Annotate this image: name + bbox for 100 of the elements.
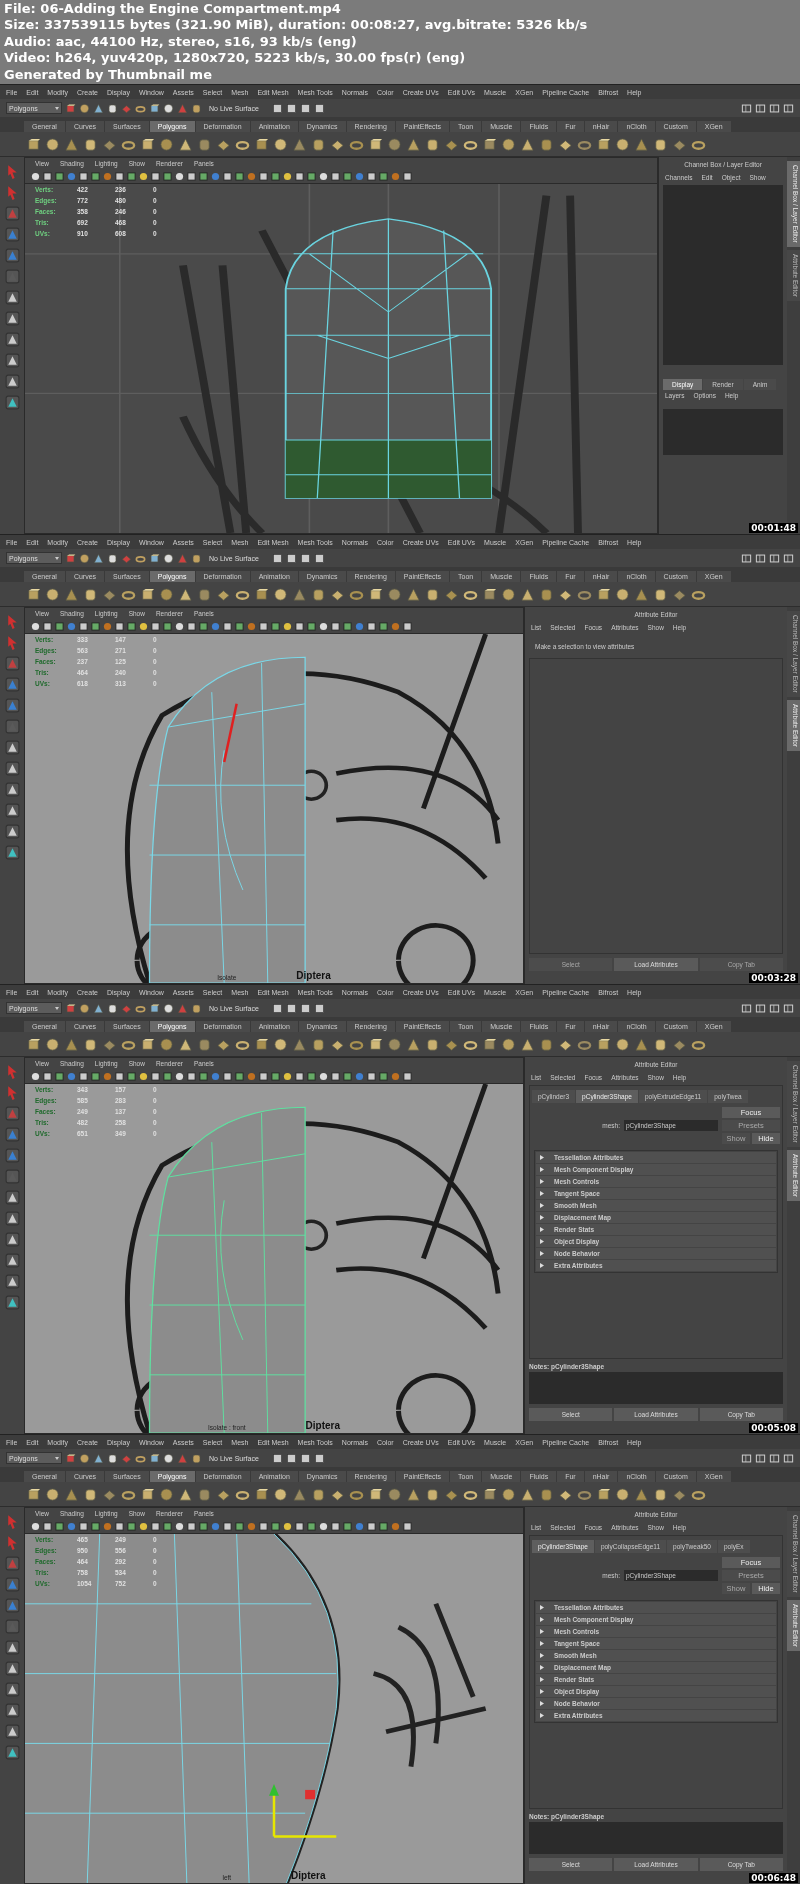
shelf-tool-icon[interactable] xyxy=(64,1036,79,1052)
shelf-tool-icon[interactable] xyxy=(406,1036,421,1052)
toolbar-tool-icon[interactable] xyxy=(107,552,118,564)
shelf-tool-icon[interactable] xyxy=(311,136,326,152)
shelf-tool-icon[interactable] xyxy=(425,1036,440,1052)
tool-icon[interactable] xyxy=(3,823,21,840)
tool-icon[interactable] xyxy=(3,739,21,756)
toolbar-tool-icon[interactable] xyxy=(285,102,297,114)
tool-icon[interactable] xyxy=(3,310,21,327)
shelf-tool-icon[interactable] xyxy=(482,136,497,152)
shelf-tool-icon[interactable] xyxy=(64,1486,79,1502)
shelf-tool-icon[interactable] xyxy=(197,1036,212,1052)
toolbar-tool-icon[interactable] xyxy=(299,552,311,564)
shelf-tool-icon[interactable] xyxy=(197,586,212,602)
shelf-tool-icon[interactable] xyxy=(254,1486,269,1502)
shelf-tool-icon[interactable] xyxy=(539,1036,554,1052)
shelf-tool-icon[interactable] xyxy=(26,1486,41,1502)
toolbar-tool-icon[interactable] xyxy=(313,1452,325,1464)
shelf-tool-icon[interactable] xyxy=(83,586,98,602)
shelf-tool-icon[interactable] xyxy=(83,1486,98,1502)
shelf-tool-icon[interactable] xyxy=(197,1486,212,1502)
tool-icon[interactable] xyxy=(3,1639,21,1656)
shelf-tool-icon[interactable] xyxy=(64,586,79,602)
shelf-tool-icon[interactable] xyxy=(26,586,41,602)
tool-icon[interactable] xyxy=(3,1681,21,1698)
shelf-tool-icon[interactable] xyxy=(197,136,212,152)
shelf-tool-icon[interactable] xyxy=(520,586,535,602)
shelf-tool-icon[interactable] xyxy=(539,136,554,152)
tool-icon[interactable] xyxy=(3,760,21,777)
shelf-tool-icon[interactable] xyxy=(596,1036,611,1052)
shelf-tool-icon[interactable] xyxy=(482,1486,497,1502)
shelf-tool-icon[interactable] xyxy=(653,1036,668,1052)
shelf-tool-icon[interactable] xyxy=(159,1486,174,1502)
shelf-tool-icon[interactable] xyxy=(273,1036,288,1052)
toolbar-tool-icon[interactable] xyxy=(285,552,297,564)
shelf-tool-icon[interactable] xyxy=(482,1036,497,1052)
toolbar-tool-icon[interactable] xyxy=(93,1002,104,1014)
shelf-tool-icon[interactable] xyxy=(45,136,60,152)
shelf-tool-icon[interactable] xyxy=(520,1486,535,1502)
shelf-tool-icon[interactable] xyxy=(254,1036,269,1052)
toolbar-tool-icon[interactable] xyxy=(149,552,160,564)
move-gizmo-icon[interactable] xyxy=(269,1784,338,1838)
shelf-tool-icon[interactable] xyxy=(520,136,535,152)
toolbar-tool-icon[interactable] xyxy=(271,1002,283,1014)
shelf-tool-icon[interactable] xyxy=(615,136,630,152)
toolbar-tool-icon[interactable] xyxy=(65,552,76,564)
shelf-tool-icon[interactable] xyxy=(406,586,421,602)
shelf-tool-icon[interactable] xyxy=(501,586,516,602)
layout-icon[interactable] xyxy=(769,102,780,114)
toolbar-tool-icon[interactable] xyxy=(65,102,76,114)
shelf-tool-icon[interactable] xyxy=(140,1036,155,1052)
shelf-tool-icon[interactable] xyxy=(292,1036,307,1052)
shelf-tool-icon[interactable] xyxy=(387,1036,402,1052)
toolbar-tool-icon[interactable] xyxy=(191,102,202,114)
layout-icon[interactable] xyxy=(741,1452,752,1464)
tool-icon[interactable] xyxy=(3,1723,21,1740)
toolbar-tool-icon[interactable] xyxy=(163,1452,174,1464)
shelf-tool-icon[interactable] xyxy=(254,136,269,152)
tool-icon[interactable] xyxy=(3,844,21,861)
shelf-tool-icon[interactable] xyxy=(159,136,174,152)
toolbar-tool-icon[interactable] xyxy=(271,552,283,564)
shelf-tool-icon[interactable] xyxy=(140,136,155,152)
shelf-tool-icon[interactable] xyxy=(425,136,440,152)
layout-icon[interactable] xyxy=(755,552,766,564)
toolbar-tool-icon[interactable] xyxy=(149,1002,160,1014)
shelf-tool-icon[interactable] xyxy=(254,586,269,602)
shelf-tool-icon[interactable] xyxy=(178,1486,193,1502)
shelf-tool-icon[interactable] xyxy=(368,586,383,602)
tool-icon[interactable] xyxy=(3,1210,21,1227)
toolbar-tool-icon[interactable] xyxy=(299,102,311,114)
toolbar-tool-icon[interactable] xyxy=(65,1452,76,1464)
tool-icon[interactable] xyxy=(3,1231,21,1248)
shelf-tool-icon[interactable] xyxy=(311,1036,326,1052)
shelf-tool-icon[interactable] xyxy=(178,136,193,152)
toolbar-tool-icon[interactable] xyxy=(93,102,104,114)
layout-icon[interactable] xyxy=(741,102,752,114)
toolbar-tool-icon[interactable] xyxy=(191,552,202,564)
shelf-tool-icon[interactable] xyxy=(482,586,497,602)
shelf-tool-icon[interactable] xyxy=(368,1486,383,1502)
toolbar-tool-icon[interactable] xyxy=(191,1452,202,1464)
toolbar-tool-icon[interactable] xyxy=(285,1452,297,1464)
toolbar-tool-icon[interactable] xyxy=(107,1002,118,1014)
shelf-tool-icon[interactable] xyxy=(64,136,79,152)
shelf-tool-icon[interactable] xyxy=(596,1486,611,1502)
shelf-tool-icon[interactable] xyxy=(653,586,668,602)
toolbar-tool-icon[interactable] xyxy=(149,1452,160,1464)
toolbar-tool-icon[interactable] xyxy=(313,102,325,114)
shelf-tool-icon[interactable] xyxy=(140,1486,155,1502)
tool-icon[interactable] xyxy=(3,1189,21,1206)
tool-icon[interactable] xyxy=(3,781,21,798)
shelf-tool-icon[interactable] xyxy=(45,586,60,602)
shelf-tool-icon[interactable] xyxy=(634,1486,649,1502)
tool-icon[interactable] xyxy=(3,373,21,390)
tool-icon[interactable] xyxy=(3,1702,21,1719)
layout-icon[interactable] xyxy=(755,1002,766,1014)
shelf-tool-icon[interactable] xyxy=(539,586,554,602)
shelf-tool-icon[interactable] xyxy=(273,1486,288,1502)
toolbar-tool-icon[interactable] xyxy=(93,1452,104,1464)
toolbar-tool-icon[interactable] xyxy=(79,552,90,564)
shelf-tool-icon[interactable] xyxy=(292,1486,307,1502)
